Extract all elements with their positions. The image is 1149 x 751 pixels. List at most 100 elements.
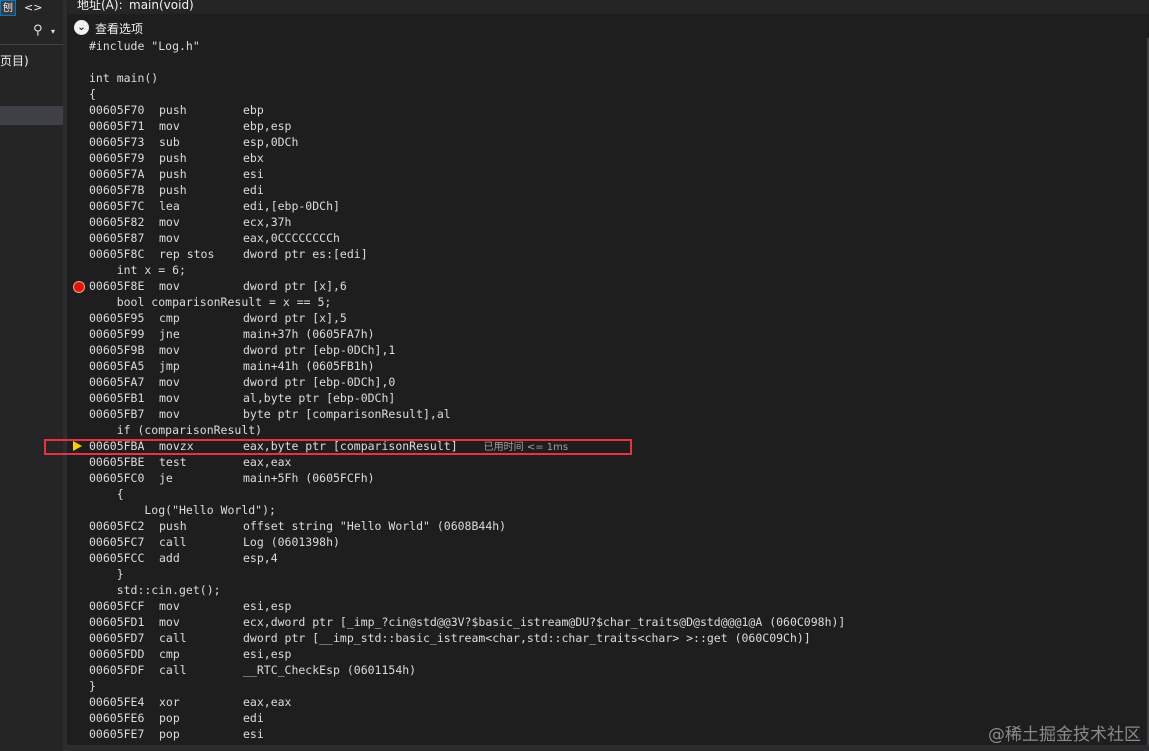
asm-address: 00605F7B (89, 183, 145, 197)
asm-operands: dword ptr [__imp_std::basic_istream<char… (243, 631, 811, 645)
asm-mnemonic: add (159, 551, 180, 565)
asm-line[interactable]: 00605F8E mov dword ptr [x],6 (89, 278, 1149, 294)
asm-mnemonic: xor (159, 695, 180, 709)
disassembly-view[interactable]: #include "Log.h" int main(){00605F70 push e… (89, 38, 1149, 751)
asm-mnemonic: mov (159, 231, 180, 245)
asm-line[interactable]: 00605FC2 push offset string "Hello World" … (89, 518, 1149, 534)
asm-address: 00605FD1 (89, 615, 145, 629)
asm-line[interactable]: 00605F8C rep stos dword ptr es:[edi] (89, 246, 1149, 262)
asm-line[interactable]: 00605F95 cmp dword ptr [x],5 (89, 310, 1149, 326)
asm-operands: eax,eax (243, 455, 292, 469)
asm-address: 00605FE7 (89, 727, 145, 741)
asm-operands: Log (0601398h) (243, 535, 340, 549)
asm-address: 00605FCF (89, 599, 145, 613)
chevron-down-icon[interactable]: ⌄ (74, 20, 89, 35)
asm-line[interactable]: 00605F79 push ebx (89, 150, 1149, 166)
asm-line[interactable]: 00605FC7 call Log (0601398h) (89, 534, 1149, 550)
asm-line[interactable]: 00605F7C lea edi,[ebp-0DCh] (89, 198, 1149, 214)
panel-tab-1[interactable]: 刨 (0, 0, 16, 16)
asm-mnemonic: jmp (159, 359, 180, 373)
breakpoint-icon[interactable] (73, 281, 85, 293)
asm-address: 00605F95 (89, 311, 145, 325)
chevron-down-icon[interactable]: ▾ (51, 27, 55, 36)
source-line[interactable]: } (89, 566, 1149, 582)
asm-line[interactable]: 00605F73 sub esp,0DCh (89, 134, 1149, 150)
view-options-toggle[interactable]: 查看选项 (95, 20, 143, 37)
code-view-tab-icon[interactable]: <> (24, 0, 42, 16)
source-line[interactable]: int main() (89, 70, 1149, 86)
asm-line[interactable]: 00605FD1 mov ecx,dword ptr [_imp_?cin@std@… (89, 614, 1149, 630)
asm-mnemonic: test (159, 455, 187, 469)
asm-operands: edi (243, 183, 264, 197)
asm-address: 00605FC0 (89, 471, 145, 485)
current-line-highlight (44, 439, 632, 455)
tree-item-project[interactable]: 页目) (0, 52, 29, 69)
source-line[interactable]: { (89, 486, 1149, 502)
asm-line[interactable]: 00605F82 mov ecx,37h (89, 214, 1149, 230)
asm-mnemonic: push (159, 167, 187, 181)
asm-operands: ebx (243, 151, 264, 165)
source-line[interactable]: std::cin.get(); (89, 582, 1149, 598)
asm-address: 00605F7C (89, 199, 145, 213)
asm-line[interactable]: 00605FD7 call dword ptr [__imp_std::basic_… (89, 630, 1149, 646)
asm-address: 00605F87 (89, 231, 145, 245)
asm-address: 00605F99 (89, 327, 145, 341)
asm-line[interactable]: 00605FB7 mov byte ptr [comparisonResult],a… (89, 406, 1149, 422)
asm-mnemonic: lea (159, 199, 180, 213)
asm-line[interactable]: 00605F70 push ebp (89, 102, 1149, 118)
asm-mnemonic: call (159, 663, 187, 677)
source-line[interactable]: #include "Log.h" (89, 38, 1149, 54)
asm-address: 00605FC2 (89, 519, 145, 533)
asm-line[interactable]: 00605F71 mov ebp,esp (89, 118, 1149, 134)
source-line[interactable]: if (comparisonResult) (89, 422, 1149, 438)
tree-item-selected[interactable] (0, 106, 63, 125)
asm-address: 00605F70 (89, 103, 145, 117)
source-line[interactable]: int x = 6; (89, 262, 1149, 278)
asm-operands: dword ptr [x],5 (243, 311, 347, 325)
asm-mnemonic: mov (159, 215, 180, 229)
asm-mnemonic: sub (159, 135, 180, 149)
asm-operands: al,byte ptr [ebp-0DCh] (243, 391, 396, 405)
asm-line[interactable]: 00605FA7 mov dword ptr [ebp-0DCh],0 (89, 374, 1149, 390)
asm-line[interactable]: 00605F7B push edi (89, 182, 1149, 198)
search-icon[interactable]: ⚲ (33, 23, 43, 38)
source-line[interactable]: } (89, 678, 1149, 694)
source-line[interactable]: bool comparisonResult = x == 5; (89, 294, 1149, 310)
horizontal-scrollbar[interactable] (67, 745, 1149, 751)
asm-line[interactable]: 00605FDD cmp esi,esp (89, 646, 1149, 662)
asm-mnemonic: mov (159, 615, 180, 629)
asm-line[interactable]: 00605FC0 je main+5Fh (0605FCFh) (89, 470, 1149, 486)
source-line[interactable] (89, 54, 1149, 70)
asm-mnemonic: pop (159, 711, 180, 725)
asm-operands: byte ptr [comparisonResult],al (243, 407, 451, 421)
asm-line[interactable]: 00605FBE test eax,eax (89, 454, 1149, 470)
asm-address: 00605FE6 (89, 711, 145, 725)
asm-operands: eax,eax (243, 695, 292, 709)
asm-line[interactable]: 00605F99 jne main+37h (0605FA7h) (89, 326, 1149, 342)
asm-line[interactable]: 00605FE4 xor eax,eax (89, 694, 1149, 710)
asm-operands: ebp,esp (243, 119, 292, 133)
source-line[interactable]: Log("Hello World"); (89, 502, 1149, 518)
asm-operands: ecx,dword ptr [_imp_?cin@std@@3V?$basic_… (243, 615, 846, 629)
asm-mnemonic: pop (159, 727, 180, 741)
asm-line[interactable]: 00605FCF mov esi,esp (89, 598, 1149, 614)
asm-operands: esi,esp (243, 647, 292, 661)
asm-line[interactable]: 00605F7A push esi (89, 166, 1149, 182)
asm-line[interactable]: 00605F87 mov eax,0CCCCCCCCh (89, 230, 1149, 246)
asm-mnemonic: cmp (159, 311, 180, 325)
asm-operands: dword ptr es:[edi] (243, 247, 368, 261)
asm-mnemonic: cmp (159, 647, 180, 661)
asm-line[interactable]: 00605FCC add esp,4 (89, 550, 1149, 566)
asm-operands: offset string "Hello World" (0608B44h) (243, 519, 507, 533)
asm-address: 00605F82 (89, 215, 145, 229)
asm-line[interactable]: 00605FDF call __RTC_CheckEsp (0601154h) (89, 662, 1149, 678)
disassembly-gutter[interactable] (67, 38, 86, 751)
source-line[interactable]: { (89, 86, 1149, 102)
asm-line[interactable]: 00605F9B mov dword ptr [ebp-0DCh],1 (89, 342, 1149, 358)
asm-address: 00605FDF (89, 663, 145, 677)
asm-line[interactable]: 00605FB1 mov al,byte ptr [ebp-0DCh] (89, 390, 1149, 406)
address-input[interactable]: main(void) (129, 0, 194, 11)
asm-address: 00605F73 (89, 135, 145, 149)
asm-address: 00605FDD (89, 647, 145, 661)
asm-line[interactable]: 00605FA5 jmp main+41h (0605FB1h) (89, 358, 1149, 374)
